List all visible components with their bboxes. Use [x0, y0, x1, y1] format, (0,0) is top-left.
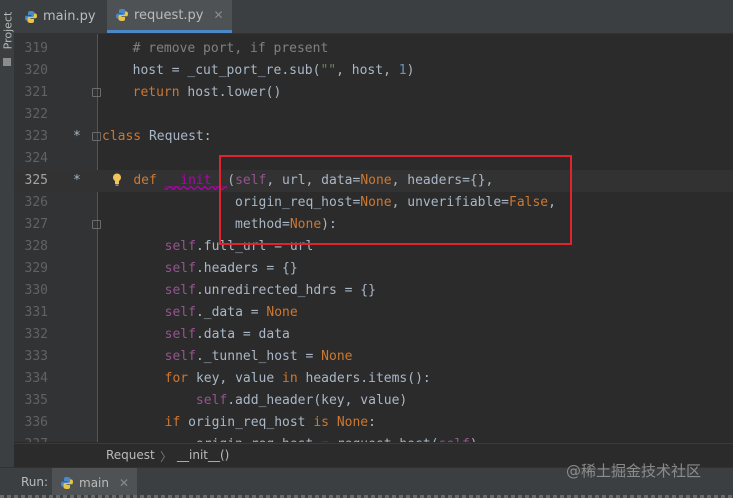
code-text: self._data = None — [164, 305, 298, 320]
code-line[interactable]: 337 origin_req_host = request_host(self) — [14, 434, 733, 442]
line-number: 332 — [24, 327, 48, 342]
line-number: 336 — [24, 415, 48, 430]
code-line[interactable]: 330 self.unredirected_hdrs = {} — [14, 280, 733, 302]
code-text: self.add_header(key, value) — [195, 393, 408, 408]
project-tool-strip[interactable]: Project — [0, 0, 15, 467]
run-tab-label: main — [79, 476, 109, 490]
fold-marker-icon[interactable] — [92, 220, 101, 229]
tab-main-py[interactable]: main.py — [24, 0, 96, 33]
tab-request-label: request.py — [134, 7, 204, 23]
code-line[interactable]: 331 self._data = None — [14, 302, 733, 324]
project-panel-icon[interactable] — [3, 58, 11, 66]
code-line[interactable]: 320 host = _cut_port_re.sub("", host, 1) — [14, 60, 733, 82]
code-line[interactable]: 334 for key, value in headers.items(): — [14, 368, 733, 390]
breadcrumb-item-request[interactable]: Request — [106, 448, 155, 462]
watermark: @稀土掘金技术社区 — [566, 462, 702, 480]
code-line[interactable]: 319 # remove port, if present — [14, 38, 733, 60]
code-line[interactable]: 333 self._tunnel_host = None — [14, 346, 733, 368]
line-number: 325 — [24, 173, 48, 188]
code-text: return host.lower() — [70, 85, 282, 100]
tab-main-label: main.py — [43, 9, 96, 24]
line-number: 334 — [24, 371, 48, 386]
line-number: 335 — [24, 393, 48, 408]
line-number: 331 — [24, 305, 48, 320]
line-number: 323 — [24, 129, 48, 144]
code-line[interactable]: 329 self.headers = {} — [14, 258, 733, 280]
code-text: self.data = data — [164, 327, 290, 342]
annotation-highlight-box — [219, 155, 572, 245]
code-line[interactable]: 336 if origin_req_host is None: — [14, 412, 733, 434]
python-icon — [61, 477, 73, 489]
change-marker: * — [73, 129, 81, 144]
line-number: 337 — [14, 434, 48, 442]
code-text: class Request: — [102, 129, 212, 144]
run-label: Run: — [21, 475, 49, 489]
line-number: 333 — [24, 349, 48, 364]
code-line[interactable]: 322 — [14, 104, 733, 126]
line-number: 326 — [24, 195, 48, 210]
code-text: if origin_req_host is None: — [164, 415, 376, 430]
line-number: 322 — [24, 107, 48, 122]
code-line[interactable]: 332 self.data = data — [14, 324, 733, 346]
code-text: host = _cut_port_re.sub("", host, 1) — [70, 63, 415, 78]
run-tab-main[interactable]: main ✕ — [52, 468, 138, 498]
code-line[interactable]: 323 * class Request: — [14, 126, 733, 148]
line-number: 324 — [24, 151, 48, 166]
code-text: self._tunnel_host = None — [164, 349, 353, 364]
line-number: 328 — [24, 239, 48, 254]
line-number: 327 — [24, 217, 48, 232]
code-text: self.unredirected_hdrs = {} — [164, 283, 376, 298]
code-text: self.headers = {} — [164, 261, 298, 276]
project-tool-label[interactable]: Project — [1, 12, 14, 50]
tab-request-py[interactable]: request.py ✕ — [107, 0, 232, 33]
python-icon — [25, 10, 37, 23]
close-tab-icon[interactable]: ✕ — [214, 8, 224, 22]
line-number: 320 — [24, 63, 48, 78]
line-number: 329 — [24, 261, 48, 276]
code-line[interactable]: 321 return host.lower() — [14, 82, 733, 104]
line-number: 321 — [24, 85, 48, 100]
code-text: # remove port, if present — [70, 41, 329, 56]
close-run-tab-icon[interactable]: ✕ — [119, 476, 129, 490]
line-number: 319 — [24, 41, 48, 56]
editor-tab-bar: main.py request.py ✕ — [14, 0, 733, 34]
python-icon — [116, 9, 128, 21]
change-marker: * — [73, 173, 81, 188]
code-line[interactable]: 335 self.add_header(key, value) — [14, 390, 733, 412]
breadcrumb-item-init[interactable]: __init__() — [177, 448, 229, 462]
fold-marker-icon[interactable] — [92, 132, 101, 141]
breadcrumb-separator-icon: 〉 — [160, 450, 173, 464]
line-number: 330 — [24, 283, 48, 298]
code-text: origin_req_host = request_host(self) — [102, 434, 478, 442]
code-text: for key, value in headers.items(): — [164, 371, 431, 386]
